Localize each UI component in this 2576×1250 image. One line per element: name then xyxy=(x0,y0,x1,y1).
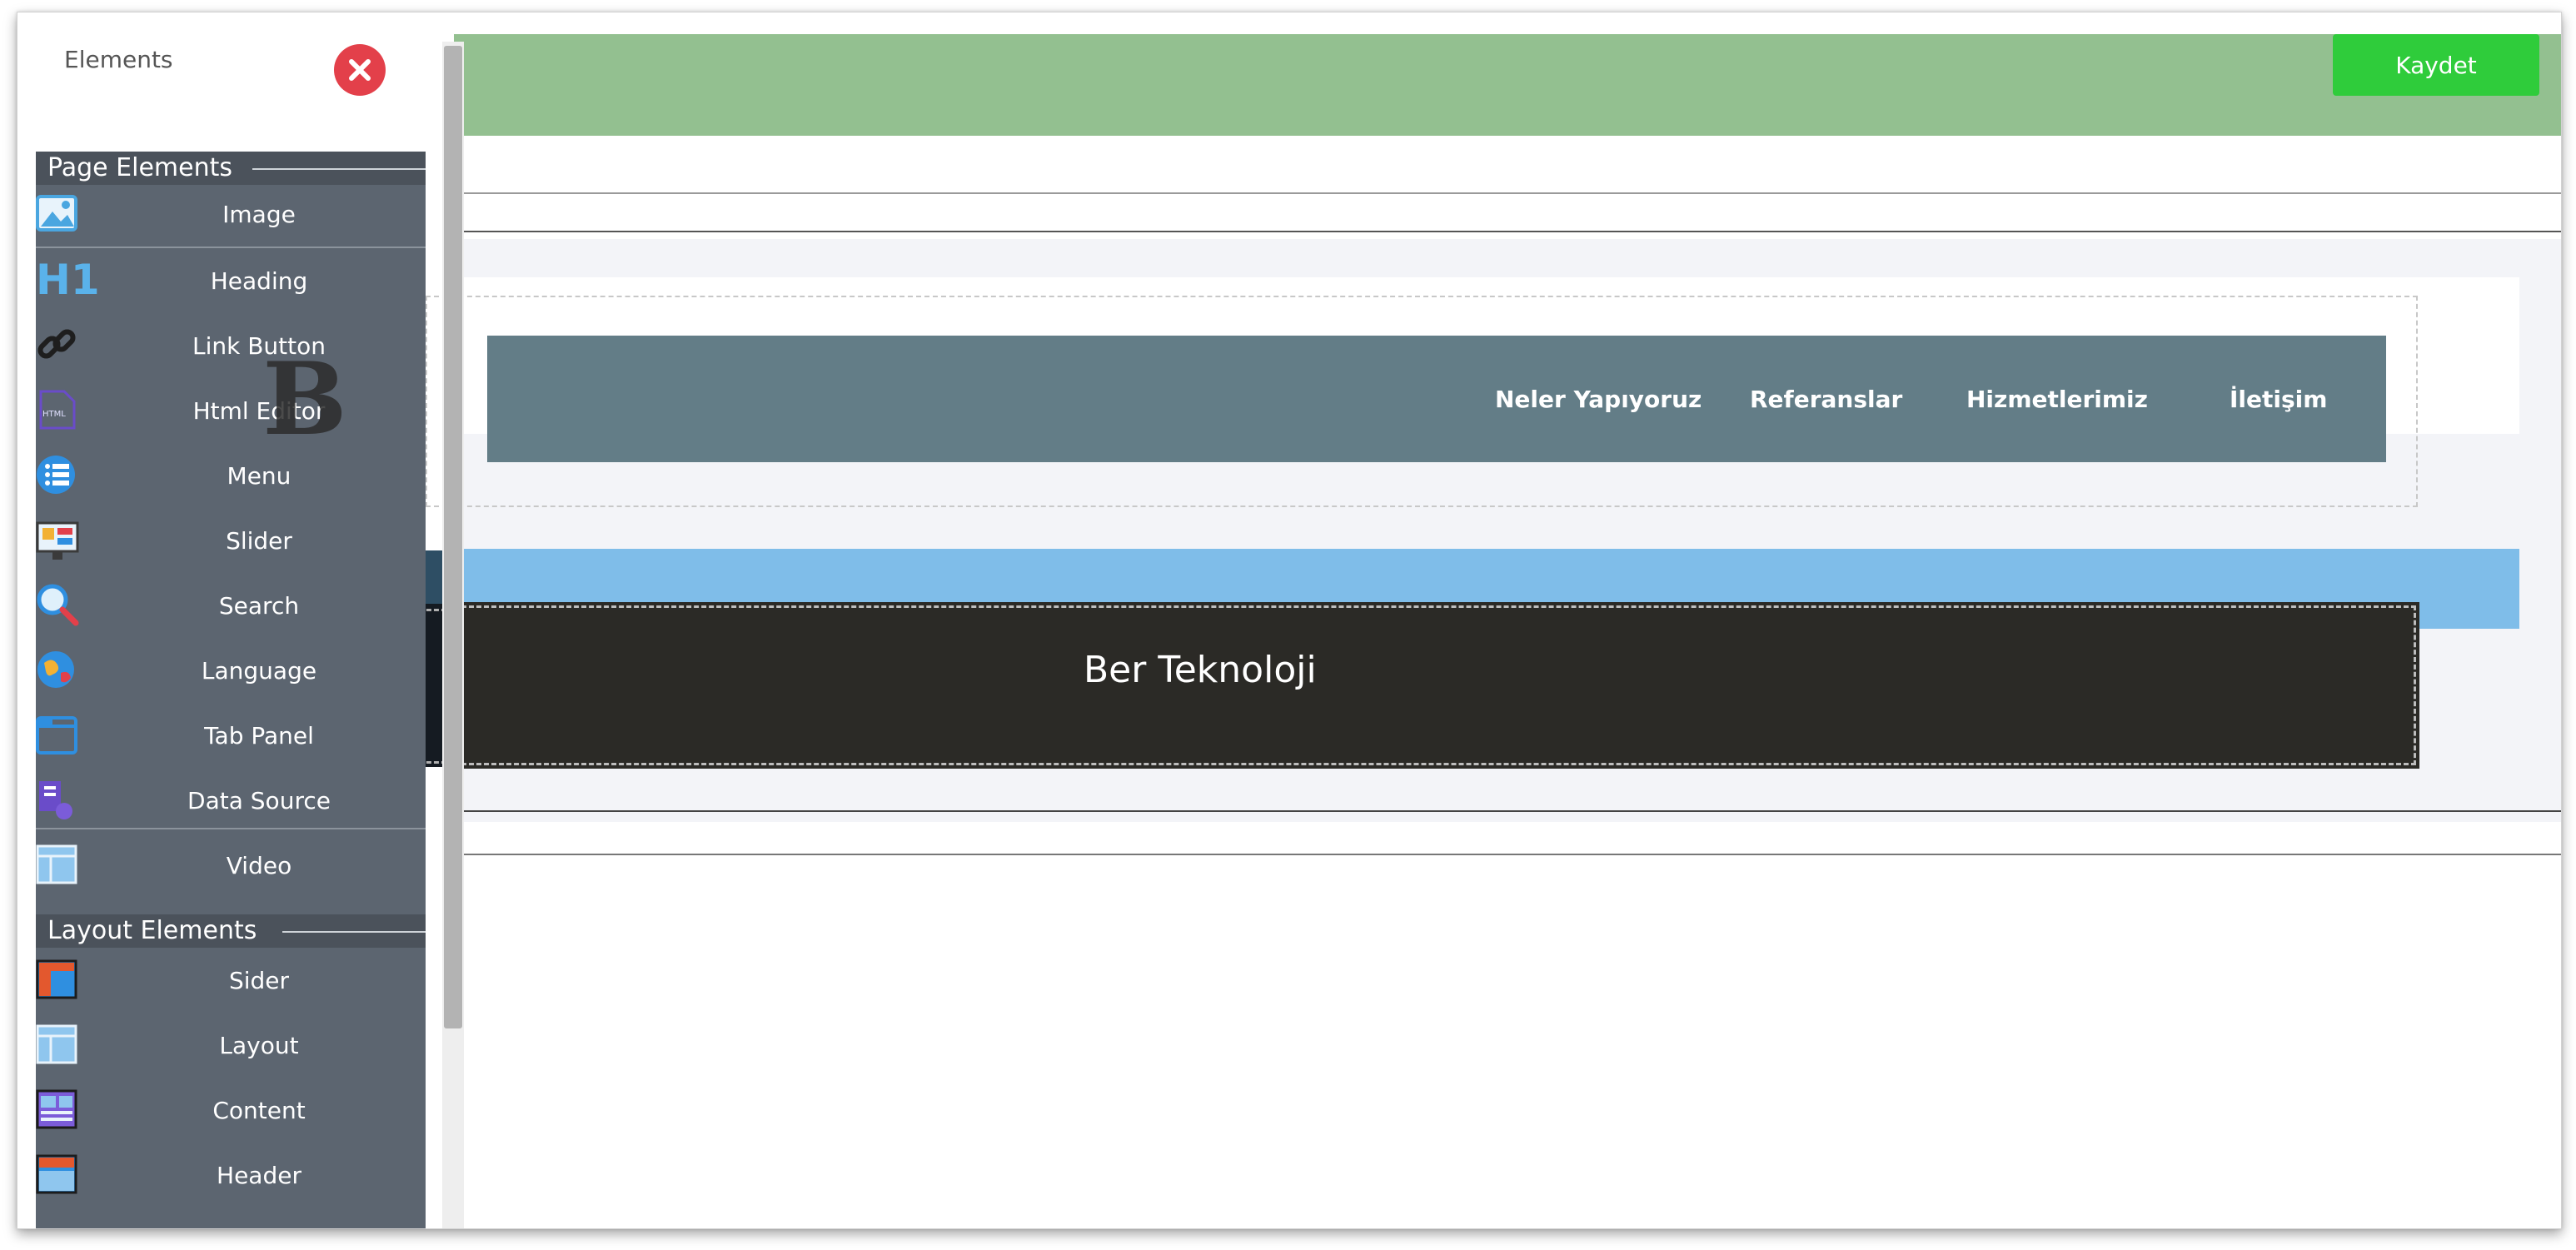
element-item-tab-panel[interactable]: Tab Panel xyxy=(36,703,426,768)
footer-drop-zone xyxy=(454,605,2416,765)
element-item-content[interactable]: Content xyxy=(36,1078,426,1143)
element-item-search[interactable]: Search xyxy=(36,573,426,638)
language-icon xyxy=(37,651,74,688)
element-item-html-editor[interactable]: HTML Html Editor xyxy=(36,378,426,443)
slider-icon xyxy=(36,521,79,560)
close-icon xyxy=(349,59,371,81)
element-item-label: Layout xyxy=(219,1031,299,1059)
footer-company-name: Ber Teknoloji xyxy=(1084,649,1317,691)
video-icon xyxy=(36,844,77,884)
search-icon xyxy=(37,584,79,626)
element-item-label: Data Source xyxy=(187,786,331,814)
data-source-icon xyxy=(39,781,72,819)
section-layout-elements: Layout Elements xyxy=(36,914,426,948)
section-layout-elements-label: Layout Elements xyxy=(47,916,257,945)
separator xyxy=(36,828,426,829)
element-item-label: Search xyxy=(218,591,300,620)
section-page-elements: Page Elements xyxy=(36,152,426,185)
nav-item-iletisim[interactable]: İletişim xyxy=(2230,336,2327,462)
element-item-label: Video xyxy=(226,851,292,879)
header-icon xyxy=(36,1154,77,1194)
divider xyxy=(454,192,2561,194)
nav-item-hizmetlerimiz[interactable]: Hizmetlerimiz xyxy=(1966,336,2148,462)
html-icon: HTML xyxy=(39,390,76,430)
element-item-label: Heading xyxy=(210,266,308,295)
nav-item-neler-yapiyoruz[interactable]: Neler Yapıyoruz xyxy=(1495,336,1702,462)
element-item-label: Language xyxy=(201,656,317,685)
elements-panel-title: Elements xyxy=(64,46,173,73)
element-item-image[interactable]: Image xyxy=(36,182,426,247)
save-button[interactable]: Kaydet xyxy=(2333,34,2539,96)
element-item-heading[interactable]: H1 Heading xyxy=(36,248,426,313)
divider xyxy=(454,231,2561,232)
section-line xyxy=(282,931,426,933)
menu-bar[interactable]: Neler Yapıyoruz Referanslar Hizmetlerimi… xyxy=(487,336,2386,462)
element-item-menu[interactable]: Menu xyxy=(36,443,426,508)
drag-ghost-glyph: B xyxy=(262,341,347,458)
element-item-label: Slider xyxy=(226,526,292,555)
element-item-language[interactable]: Language xyxy=(36,638,426,703)
element-item-data-source[interactable]: Data Source xyxy=(36,768,426,833)
element-item-sider[interactable]: Sider xyxy=(36,948,426,1013)
content-icon xyxy=(36,1089,77,1129)
element-item-label: Tab Panel xyxy=(204,721,314,750)
element-item-header[interactable]: Header xyxy=(36,1143,426,1208)
close-panel-button[interactable] xyxy=(334,44,386,96)
element-item-label: Sider xyxy=(228,966,290,994)
editor-window: Elements Kaydet Neler Yapıyoruz Referans… xyxy=(17,12,2562,1229)
nav-item-referanslar[interactable]: Referanslar xyxy=(1750,336,1902,462)
panel-scrollbar-thumb[interactable] xyxy=(444,46,462,1028)
image-icon xyxy=(36,195,77,232)
tab-panel-icon xyxy=(36,716,77,754)
element-item-link-button[interactable]: Link Button xyxy=(36,313,426,378)
svg-text:HTML: HTML xyxy=(42,410,66,419)
element-item-label: Image xyxy=(222,200,296,228)
sider-icon xyxy=(36,959,77,999)
elements-panel: Page Elements Image H1 Heading Link Butt… xyxy=(36,152,426,1228)
element-item-label: Content xyxy=(212,1096,306,1124)
element-item-video[interactable]: Video xyxy=(36,833,426,898)
menu-icon xyxy=(37,456,75,494)
top-bar xyxy=(454,34,2561,136)
divider xyxy=(454,854,2561,855)
section-line xyxy=(252,168,426,170)
heading-icon: H1 xyxy=(36,256,100,304)
element-item-label: Header xyxy=(217,1161,301,1189)
element-item-layout[interactable]: Layout xyxy=(36,1013,426,1078)
link-icon xyxy=(37,329,76,359)
divider xyxy=(454,810,2561,812)
section-page-elements-label: Page Elements xyxy=(47,153,232,182)
element-item-slider[interactable]: Slider xyxy=(36,508,426,573)
layout-icon xyxy=(36,1024,77,1064)
